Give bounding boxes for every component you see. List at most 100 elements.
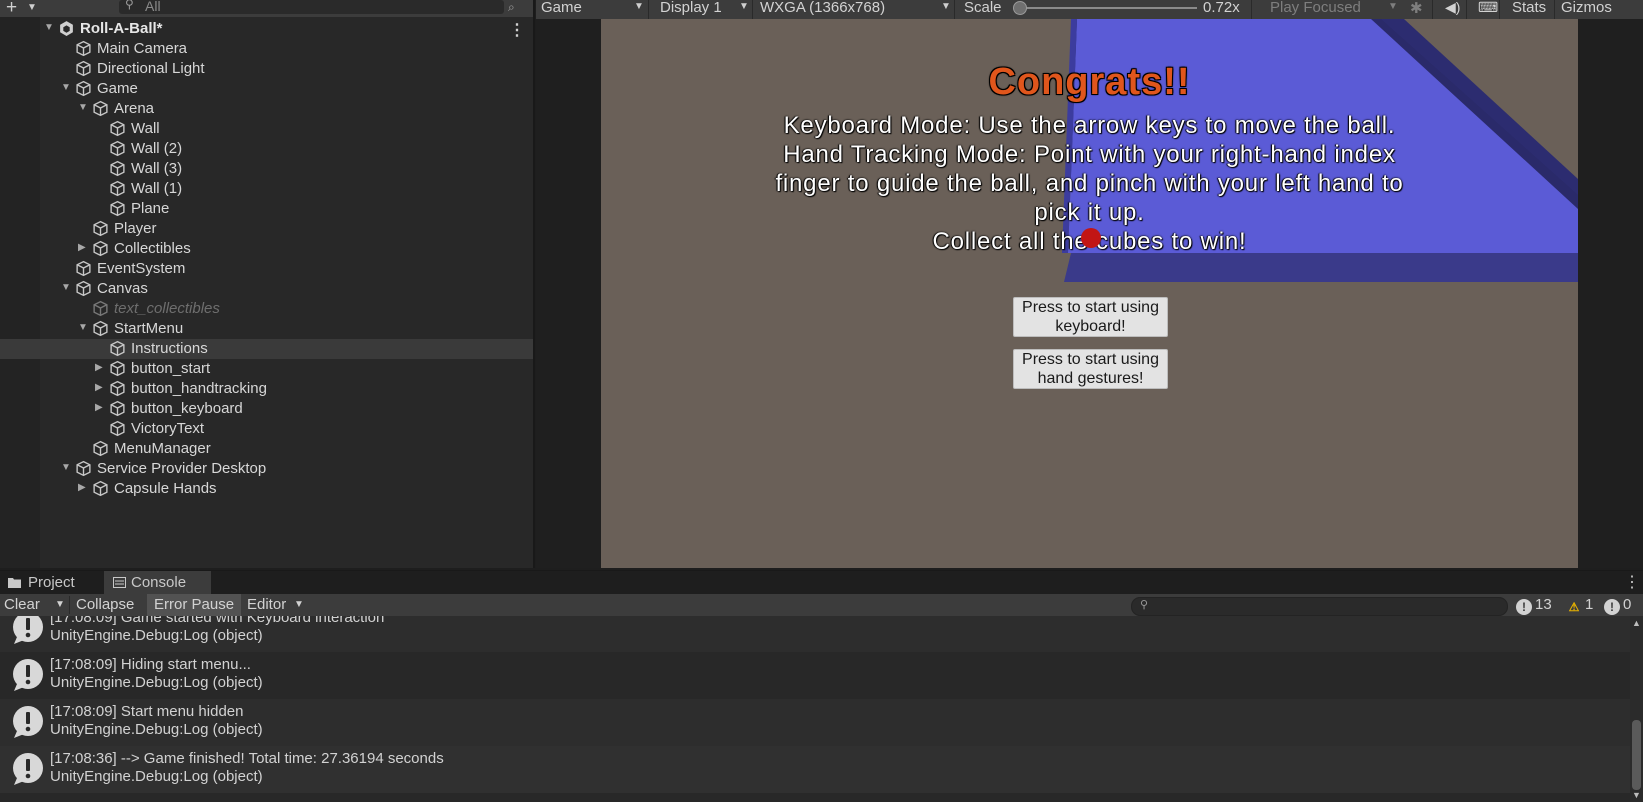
log-info-icon xyxy=(13,659,43,691)
tree-row[interactable]: ▶ Collectibles xyxy=(0,239,533,259)
tree-row[interactable]: Wall (2) xyxy=(0,139,533,159)
log-message: [17:08:36] --> Game finished! Total time… xyxy=(50,750,444,767)
bug-icon[interactable]: ✱ xyxy=(1410,0,1423,17)
console-panel: Project Console ⋮ Clear ▼ Collapse Error… xyxy=(0,570,1643,802)
tree-row[interactable]: EventSystem xyxy=(0,259,533,279)
lock-icon[interactable]: ⌕ xyxy=(508,0,526,14)
clear-button[interactable]: Clear xyxy=(4,594,40,616)
tree-row[interactable]: ▼ Game xyxy=(0,79,533,99)
log-count: 13 xyxy=(1535,596,1552,613)
collapsed-arrow-icon[interactable]: ▶ xyxy=(78,482,86,493)
expanded-arrow-icon[interactable]: ▼ xyxy=(44,22,54,33)
tree-row-scene[interactable]: ▼ Roll-A-Ball* ⋮ xyxy=(0,19,533,39)
console-search-input[interactable]: ⚲ xyxy=(1131,597,1508,616)
more-options-icon[interactable]: ⋮ xyxy=(509,20,525,40)
tree-row[interactable]: ▼ Canvas xyxy=(0,279,533,299)
log-entry[interactable]: [17:08:36] --> Game finished! Total time… xyxy=(0,746,1630,793)
expanded-arrow-icon[interactable]: ▼ xyxy=(61,82,71,93)
tree-row[interactable]: VictoryText xyxy=(0,419,533,439)
tree-row[interactable]: ▶ Capsule Hands xyxy=(0,479,533,499)
tab-console[interactable]: Console xyxy=(104,571,211,595)
tree-row-selected[interactable]: Instructions xyxy=(0,339,533,359)
resolution-dropdown[interactable]: WXGA (1366x768) xyxy=(760,0,885,16)
chevron-down-icon: ▼ xyxy=(739,1,749,12)
tree-row[interactable]: Player xyxy=(0,219,533,239)
gameobject-cube-icon xyxy=(93,440,108,457)
game-viewport[interactable]: Congrats!! Keyboard Mode: Use the arrow … xyxy=(601,19,1578,568)
chevron-down-icon[interactable]: ▼ xyxy=(55,594,65,616)
editor-dropdown[interactable]: Editor xyxy=(247,594,286,616)
collapsed-arrow-icon[interactable]: ▶ xyxy=(78,242,86,253)
tree-row[interactable]: Main Camera xyxy=(0,39,533,59)
scroll-up-icon[interactable]: ▲ xyxy=(1632,618,1641,628)
expanded-arrow-icon[interactable]: ▼ xyxy=(78,102,88,113)
tree-row[interactable]: MenuManager xyxy=(0,439,533,459)
log-entry[interactable]: [17:08:09] Hiding start menu... UnityEng… xyxy=(0,652,1630,699)
divider xyxy=(1499,0,1500,19)
hierarchy-toolbar: + ▼ ⚲ All ⌕ xyxy=(0,0,533,18)
tree-row[interactable]: Wall (1) xyxy=(0,179,533,199)
tree-row[interactable]: ▼ Service Provider Desktop xyxy=(0,459,533,479)
player-ball xyxy=(1081,228,1101,248)
console-log-list[interactable]: [17:08:09] Game started with Keyboard in… xyxy=(0,616,1630,802)
tree-row-label: Service Provider Desktop xyxy=(97,460,267,477)
divider xyxy=(1466,0,1467,19)
chevron-down-icon: ▼ xyxy=(634,1,644,12)
log-entry[interactable]: [17:08:09] Game started with Keyboard in… xyxy=(0,616,1630,652)
collapsed-arrow-icon[interactable]: ▶ xyxy=(95,362,103,373)
tree-row-inactive[interactable]: text_collectibles xyxy=(0,299,533,319)
tree-row[interactable]: ▼ Arena xyxy=(0,99,533,119)
start-keyboard-button[interactable]: Press to start using keyboard! xyxy=(1013,297,1168,337)
audio-mute-icon[interactable]: ◀) xyxy=(1445,0,1460,16)
tree-row-label: Player xyxy=(114,220,157,237)
gameobject-cube-icon xyxy=(110,160,125,177)
tree-row-label: Capsule Hands xyxy=(114,480,217,497)
tree-row[interactable]: ▶ button_keyboard xyxy=(0,399,533,419)
log-stack: UnityEngine.Debug:Log (object) xyxy=(50,721,263,738)
display-dropdown[interactable]: Display 1 xyxy=(660,0,722,16)
collapse-toggle[interactable]: Collapse xyxy=(76,594,134,616)
log-entry[interactable]: [17:08:09] Start menu hidden UnityEngine… xyxy=(0,699,1630,746)
collapsed-arrow-icon[interactable]: ▶ xyxy=(95,402,103,413)
console-scrollbar[interactable]: ▲ ▼ xyxy=(1630,616,1643,802)
keyboard-icon[interactable]: ⌨ xyxy=(1478,0,1498,16)
scrollbar-thumb[interactable] xyxy=(1632,720,1641,790)
expanded-arrow-icon[interactable]: ▼ xyxy=(61,462,71,473)
collapsed-arrow-icon[interactable]: ▶ xyxy=(95,382,103,393)
log-stack: UnityEngine.Debug:Log (object) xyxy=(50,627,263,644)
more-options-icon[interactable]: ⋮ xyxy=(1624,572,1640,592)
stats-button[interactable]: Stats xyxy=(1512,0,1546,16)
instructions-paragraph: Hand Tracking Mode: Point with your righ… xyxy=(775,141,1404,226)
error-pause-toggle[interactable]: Error Pause xyxy=(147,594,242,616)
tree-row[interactable]: Plane xyxy=(0,199,533,219)
tree-row[interactable]: Wall xyxy=(0,119,533,139)
expanded-arrow-icon[interactable]: ▼ xyxy=(61,282,71,293)
hierarchy-search-input[interactable]: ⚲ All xyxy=(119,0,504,14)
tree-row[interactable]: ▶ button_start xyxy=(0,359,533,379)
unity-scene-icon xyxy=(60,21,73,36)
divider xyxy=(1554,0,1555,19)
scroll-down-icon[interactable]: ▼ xyxy=(1632,790,1641,800)
error-count: 0 xyxy=(1623,596,1632,613)
scale-slider-track[interactable] xyxy=(1017,7,1197,9)
scale-slider-handle[interactable] xyxy=(1013,1,1027,15)
tree-row-label: Arena xyxy=(114,100,155,117)
error-count-badge[interactable]: ! 0 xyxy=(1604,596,1631,615)
view-dropdown[interactable]: Game xyxy=(541,0,582,16)
bottom-tab-bar: Project Console ⋮ xyxy=(0,570,1643,595)
start-hand-gestures-button[interactable]: Press to start using hand gestures! xyxy=(1013,349,1168,389)
divider xyxy=(752,0,753,19)
log-count-badge[interactable]: ! 13 xyxy=(1516,596,1552,615)
tree-row[interactable]: ▶ button_handtracking xyxy=(0,379,533,399)
tree-row[interactable]: ▼ StartMenu xyxy=(0,319,533,339)
play-mode-dropdown[interactable]: Play Focused xyxy=(1270,0,1361,16)
log-message: [17:08:09] Start menu hidden xyxy=(50,703,244,720)
tree-row-label: Instructions xyxy=(131,340,208,357)
tree-row[interactable]: Wall (3) xyxy=(0,159,533,179)
gizmos-button[interactable]: Gizmos xyxy=(1561,0,1612,16)
warning-count-badge[interactable]: ⚠ 1 xyxy=(1566,596,1594,615)
tree-row[interactable]: Directional Light xyxy=(0,59,533,79)
tab-project[interactable]: Project xyxy=(0,571,102,595)
expanded-arrow-icon[interactable]: ▼ xyxy=(78,322,88,333)
chevron-down-icon[interactable]: ▼ xyxy=(27,2,37,13)
